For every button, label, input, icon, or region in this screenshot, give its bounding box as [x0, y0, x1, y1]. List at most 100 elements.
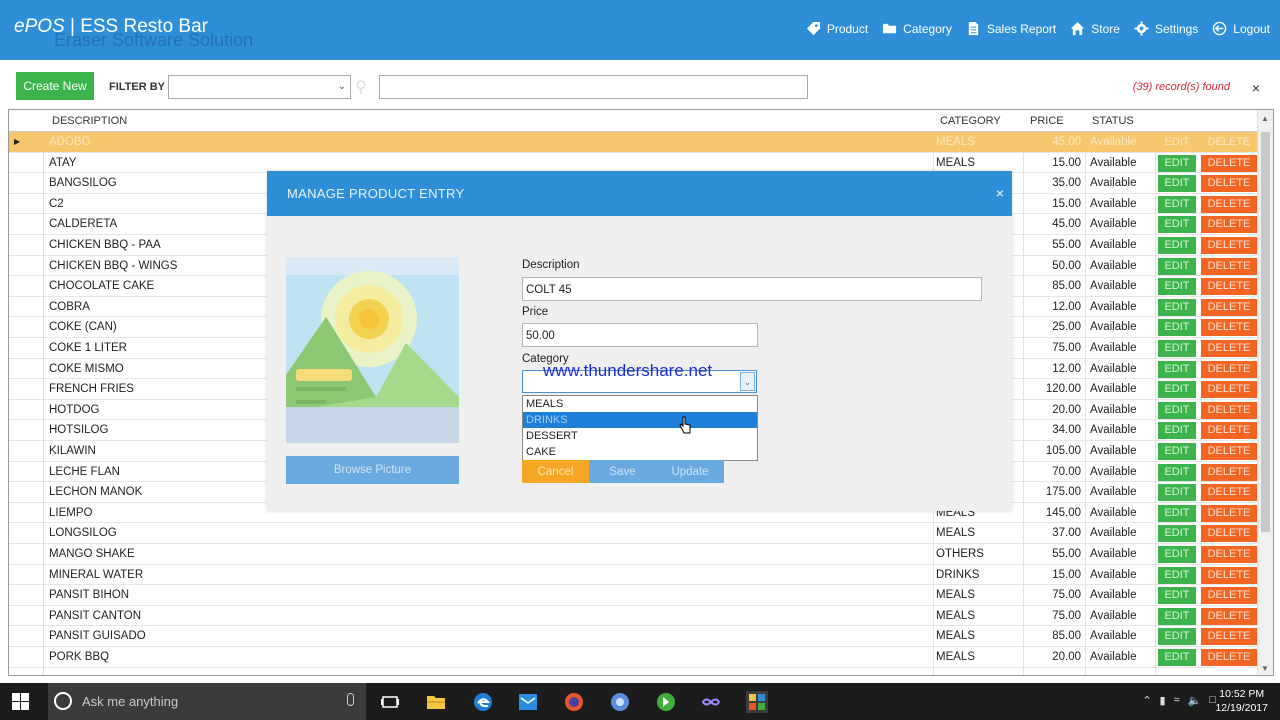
- nav-sales-report[interactable]: Sales Report: [966, 21, 1056, 36]
- mail-icon[interactable]: [517, 691, 539, 713]
- delete-button[interactable]: DELETE: [1201, 319, 1257, 337]
- create-new-button[interactable]: Create New: [16, 72, 94, 100]
- edit-button[interactable]: EDIT: [1158, 298, 1196, 316]
- search-input[interactable]: [379, 75, 808, 99]
- filter-select[interactable]: ⌄: [168, 75, 351, 99]
- edit-button[interactable]: EDIT: [1158, 566, 1196, 584]
- scroll-up-arrow-icon[interactable]: ▲: [1261, 114, 1269, 123]
- category-option-meals[interactable]: MEALS: [523, 396, 757, 412]
- edit-button[interactable]: EDIT: [1158, 607, 1196, 625]
- delete-button[interactable]: DELETE: [1201, 175, 1257, 193]
- edit-button[interactable]: EDIT: [1158, 278, 1196, 296]
- save-button[interactable]: Save: [589, 460, 656, 483]
- active-app-icon[interactable]: [746, 691, 768, 713]
- file-explorer-icon[interactable]: [425, 691, 447, 713]
- windows-start-icon[interactable]: [12, 693, 29, 710]
- edit-button[interactable]: EDIT: [1158, 401, 1196, 419]
- delete-button[interactable]: DELETE: [1201, 257, 1257, 275]
- table-row[interactable]: MANGO SHAKE OTHERS 55.00 Available EDIT DELET…: [9, 544, 1259, 565]
- delete-button[interactable]: DELETE: [1201, 278, 1257, 296]
- cortana-search-box[interactable]: Ask me anything: [48, 683, 366, 720]
- green-app-icon[interactable]: [655, 691, 677, 713]
- nav-settings[interactable]: Settings: [1134, 21, 1198, 36]
- delete-button[interactable]: DELETE: [1201, 463, 1257, 481]
- edit-button[interactable]: EDIT: [1158, 134, 1196, 151]
- delete-button[interactable]: DELETE: [1201, 401, 1257, 419]
- edit-button[interactable]: EDIT: [1158, 381, 1196, 399]
- table-row[interactable]: LONGSILOG MEALS 37.00 Available EDIT DELETE: [9, 523, 1259, 544]
- table-row[interactable]: PANSIT BIHON MEALS 75.00 Available EDIT DELET…: [9, 585, 1259, 606]
- edit-button[interactable]: EDIT: [1158, 443, 1196, 460]
- edit-button[interactable]: EDIT: [1158, 484, 1196, 502]
- table-row[interactable]: PANSIT GUISADO MEALS 85.00 Available EDIT DEL…: [9, 626, 1259, 647]
- edge-browser-icon[interactable]: [472, 691, 494, 713]
- column-header-price[interactable]: PRICE: [1030, 115, 1064, 127]
- battery-icon[interactable]: ▮: [1160, 694, 1166, 707]
- description-field[interactable]: COLT 45: [522, 277, 982, 301]
- edit-button[interactable]: EDIT: [1158, 360, 1196, 378]
- delete-button[interactable]: DELETE: [1201, 504, 1257, 522]
- edit-button[interactable]: EDIT: [1158, 154, 1196, 172]
- delete-button[interactable]: DELETE: [1201, 443, 1257, 460]
- dialog-close-icon[interactable]: ×: [996, 185, 1004, 201]
- delete-button[interactable]: DELETE: [1201, 628, 1257, 646]
- delete-button[interactable]: DELETE: [1201, 216, 1257, 234]
- delete-button[interactable]: DELETE: [1201, 484, 1257, 502]
- edit-button[interactable]: EDIT: [1158, 175, 1196, 193]
- delete-button[interactable]: DELETE: [1201, 195, 1257, 213]
- delete-button[interactable]: DELETE: [1201, 525, 1257, 543]
- table-row[interactable]: MINERAL WATER DRINKS 15.00 Available EDIT DEL…: [9, 565, 1259, 586]
- edit-button[interactable]: EDIT: [1158, 587, 1196, 605]
- column-header-status[interactable]: STATUS: [1092, 115, 1134, 127]
- table-row[interactable]: PANSIT CANTON MEALS 75.00 Available EDIT DELE…: [9, 606, 1259, 627]
- nav-logout[interactable]: Logout: [1212, 21, 1270, 36]
- edit-button[interactable]: EDIT: [1158, 257, 1196, 275]
- delete-button[interactable]: DELETE: [1201, 134, 1257, 151]
- tray-chevron-up-icon[interactable]: ⌃: [1142, 694, 1151, 707]
- delete-button[interactable]: DELETE: [1201, 649, 1257, 666]
- column-header-description[interactable]: DESCRIPTION: [52, 115, 127, 127]
- edit-button[interactable]: EDIT: [1158, 216, 1196, 234]
- column-header-category[interactable]: CATEGORY: [940, 115, 1001, 127]
- nav-store[interactable]: Store: [1070, 21, 1120, 36]
- edit-button[interactable]: EDIT: [1158, 195, 1196, 213]
- wifi-icon[interactable]: ≈: [1174, 694, 1180, 707]
- edit-button[interactable]: EDIT: [1158, 649, 1196, 666]
- category-option-drinks[interactable]: DRINKS: [523, 412, 757, 428]
- category-option-cake[interactable]: CAKE: [523, 444, 757, 460]
- firefox-icon[interactable]: [563, 691, 585, 713]
- edit-button[interactable]: EDIT: [1158, 237, 1196, 254]
- delete-button[interactable]: DELETE: [1201, 566, 1257, 584]
- task-view-icon[interactable]: [379, 691, 401, 713]
- infinity-app-icon[interactable]: [700, 691, 722, 713]
- edit-button[interactable]: EDIT: [1158, 525, 1196, 543]
- vertical-scrollbar[interactable]: ▲ ▼: [1257, 110, 1273, 675]
- edit-button[interactable]: EDIT: [1158, 340, 1196, 357]
- chrome-like-icon[interactable]: [609, 691, 631, 713]
- edit-button[interactable]: EDIT: [1158, 422, 1196, 440]
- cancel-button[interactable]: Cancel: [522, 460, 589, 483]
- scroll-down-arrow-icon[interactable]: ▼: [1261, 664, 1269, 673]
- close-icon[interactable]: ×: [1252, 80, 1260, 96]
- edit-button[interactable]: EDIT: [1158, 463, 1196, 481]
- nav-category[interactable]: Category: [882, 21, 952, 36]
- scrollbar-thumb[interactable]: [1261, 132, 1270, 532]
- delete-button[interactable]: DELETE: [1201, 587, 1257, 605]
- delete-button[interactable]: DELETE: [1201, 340, 1257, 357]
- microphone-icon[interactable]: [347, 693, 354, 706]
- nav-product[interactable]: Product: [806, 21, 868, 36]
- delete-button[interactable]: DELETE: [1201, 360, 1257, 378]
- delete-button[interactable]: DELETE: [1201, 607, 1257, 625]
- delete-button[interactable]: DELETE: [1201, 154, 1257, 172]
- delete-button[interactable]: DELETE: [1201, 237, 1257, 254]
- chevron-down-icon[interactable]: ⌄: [740, 372, 755, 391]
- edit-button[interactable]: EDIT: [1158, 628, 1196, 646]
- delete-button[interactable]: DELETE: [1201, 546, 1257, 563]
- edit-button[interactable]: EDIT: [1158, 319, 1196, 337]
- edit-button[interactable]: EDIT: [1158, 504, 1196, 522]
- taskbar-clock[interactable]: 10:52 PM 12/19/2017: [1215, 687, 1268, 715]
- table-row[interactable]: ▶ ADOBO MEALS 45.00 Available EDIT DELETE: [9, 132, 1259, 153]
- edit-button[interactable]: EDIT: [1158, 546, 1196, 563]
- delete-button[interactable]: DELETE: [1201, 298, 1257, 316]
- delete-button[interactable]: DELETE: [1201, 422, 1257, 440]
